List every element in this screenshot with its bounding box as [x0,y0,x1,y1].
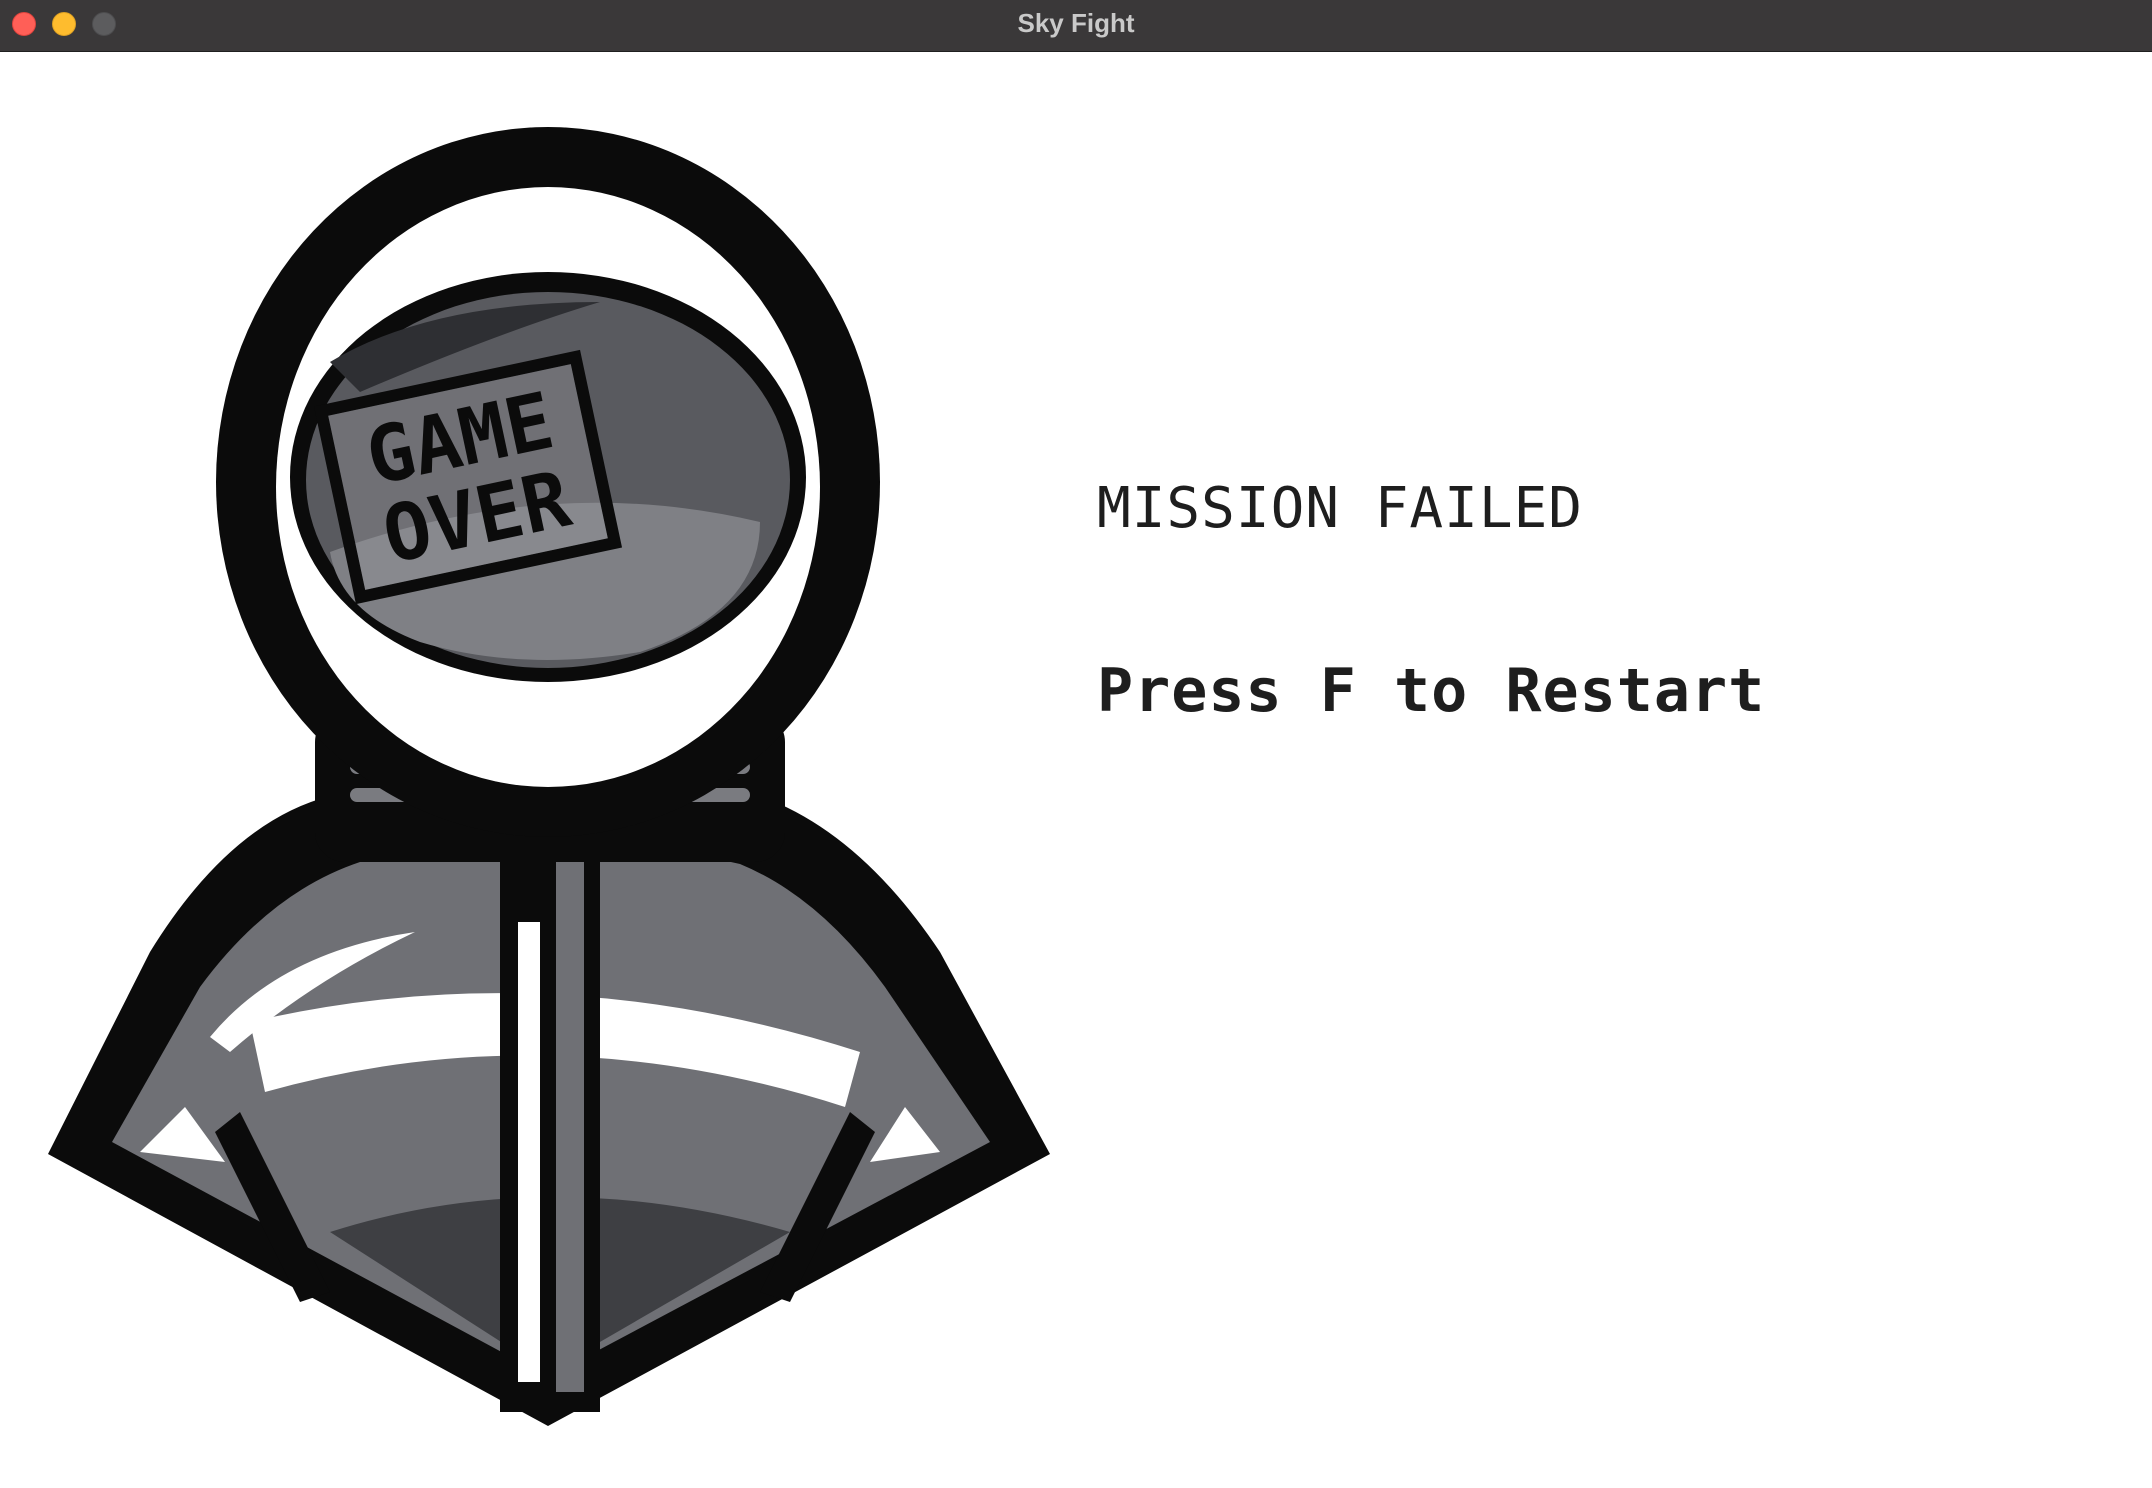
window-title: Sky Fight [1017,8,1135,38]
app-window: Sky Fight GAME OVER MISSION FAILED Press… [0,0,2152,1488]
astronaut-zipper-light [518,922,540,1382]
astronaut-zipper-strip [500,812,600,1412]
mission-failed-heading: MISSION FAILED [1097,476,1584,541]
astronaut-zipper-grey [556,832,584,1392]
astronaut-illustration: GAME OVER [48,127,1050,1426]
title-bar[interactable]: Sky Fight [0,0,2152,52]
restart-prompt: Press F to Restart [1097,656,1766,726]
game-canvas[interactable]: GAME OVER MISSION FAILED Press F to Rest… [0,52,2152,1488]
